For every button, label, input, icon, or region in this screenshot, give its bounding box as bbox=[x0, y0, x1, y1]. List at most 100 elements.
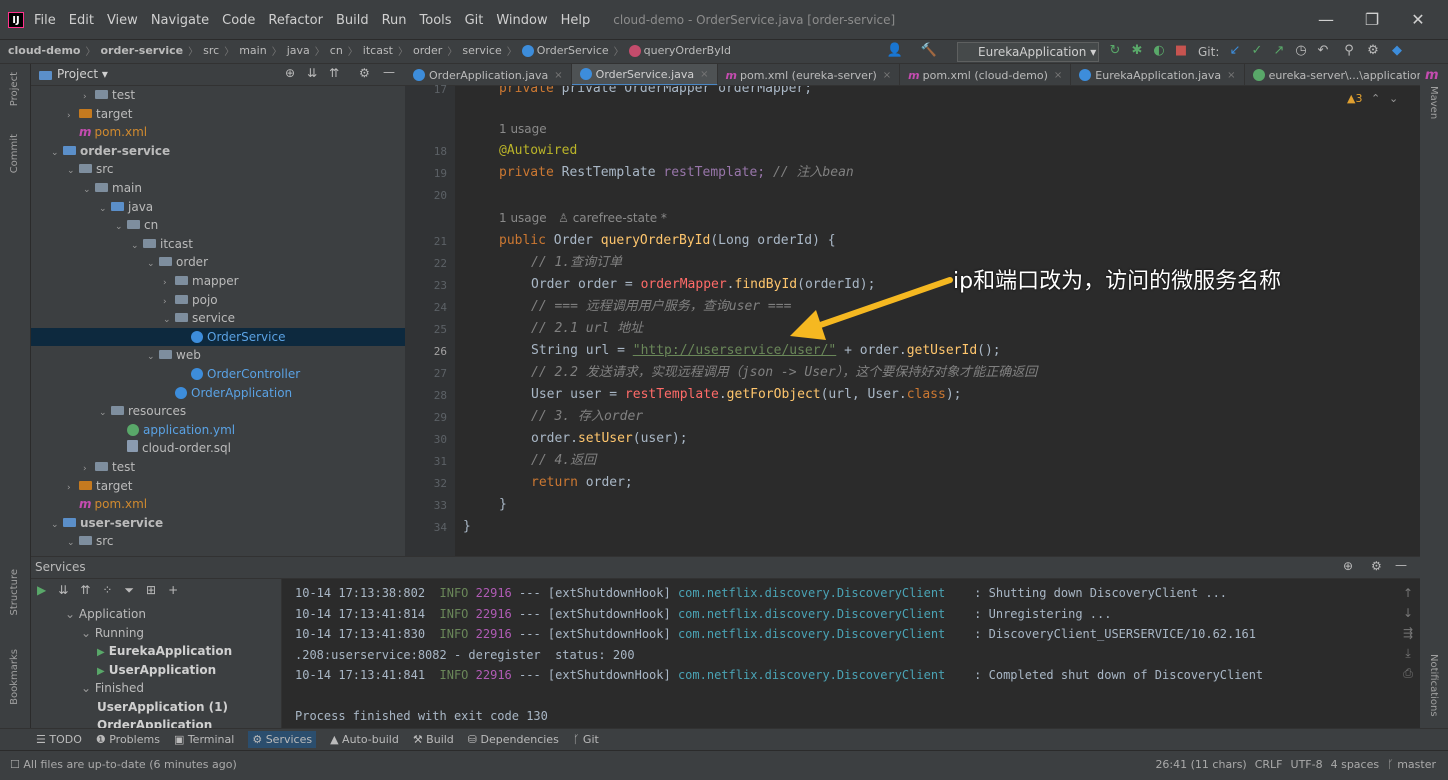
editor-tab[interactable]: m pom.xml (eureka-server) × bbox=[718, 64, 901, 85]
crumb-method[interactable]: queryOrderById bbox=[644, 44, 731, 57]
close-tab-icon[interactable]: × bbox=[554, 70, 562, 81]
close-tab-icon[interactable]: × bbox=[883, 70, 891, 81]
menu-git[interactable]: Git bbox=[465, 13, 484, 28]
crumb-itcast[interactable]: itcast bbox=[363, 44, 393, 57]
tree-item[interactable]: ⌄ order bbox=[31, 253, 405, 271]
services-add-icon[interactable]: + bbox=[168, 583, 178, 598]
service-item[interactable]: ▶ EurekaApplication bbox=[97, 642, 232, 661]
tree-item[interactable]: OrderController bbox=[31, 365, 405, 383]
chevron-down-icon[interactable]: ⌄ bbox=[65, 607, 79, 621]
menu-code[interactable]: Code bbox=[222, 13, 255, 28]
git-update-icon[interactable]: ↙ bbox=[1226, 43, 1244, 58]
warnings-indicator[interactable]: ▲3 bbox=[1347, 92, 1362, 105]
service-item[interactable]: UserApplication (1) bbox=[97, 698, 228, 717]
chevron-down-icon[interactable]: ⌄ bbox=[67, 162, 79, 180]
locate-icon[interactable]: ⊕ bbox=[285, 66, 295, 80]
stripe-maven[interactable]: Maven bbox=[1428, 86, 1439, 119]
tree-item[interactable]: application.yml bbox=[31, 421, 405, 439]
chevron-down-icon[interactable]: ⌄ bbox=[81, 681, 95, 695]
menu-navigate[interactable]: Navigate bbox=[151, 13, 209, 28]
menu-window[interactable]: Window bbox=[496, 13, 547, 28]
minimize-button[interactable]: — bbox=[1306, 9, 1346, 31]
chevron-down-icon[interactable]: ⌄ bbox=[99, 200, 111, 218]
tree-item[interactable]: ⌄ java bbox=[31, 198, 405, 216]
chevron-down-icon[interactable]: ⌄ bbox=[67, 534, 79, 552]
soft-wrap-icon[interactable]: ⇶ bbox=[1399, 623, 1417, 643]
stripe-bookmarks[interactable]: Bookmarks bbox=[9, 649, 20, 705]
tree-item[interactable]: OrderApplication bbox=[31, 384, 405, 402]
maven-icon[interactable]: m bbox=[1425, 68, 1439, 83]
service-item[interactable]: ⌄ Application bbox=[65, 605, 146, 624]
tree-item[interactable]: ⌄ itcast bbox=[31, 235, 405, 253]
close-tab-icon[interactable]: × bbox=[1227, 70, 1235, 81]
close-button[interactable]: ✕ bbox=[1398, 9, 1438, 31]
tool-terminal[interactable]: ▣ Terminal bbox=[174, 733, 234, 746]
tree-item[interactable]: › mapper bbox=[31, 272, 405, 290]
chevron-right-icon[interactable]: › bbox=[163, 293, 175, 311]
crumb-service[interactable]: service bbox=[462, 44, 501, 57]
chevron-right-icon[interactable]: › bbox=[67, 479, 79, 497]
crumb-project[interactable]: cloud-demo bbox=[8, 44, 80, 57]
history-icon[interactable]: ◷ bbox=[1292, 43, 1310, 58]
menu-edit[interactable]: Edit bbox=[69, 13, 94, 28]
close-tab-icon[interactable]: × bbox=[700, 69, 708, 80]
menu-help[interactable]: Help bbox=[561, 13, 591, 28]
tree-item[interactable]: ⌄ src bbox=[31, 532, 405, 550]
tool-problems[interactable]: ❶ Problems bbox=[96, 733, 160, 746]
tree-item[interactable]: › test bbox=[31, 86, 405, 104]
menu-tools[interactable]: Tools bbox=[420, 13, 452, 28]
git-branch[interactable]: ᚴ master bbox=[1387, 758, 1436, 771]
tree-item[interactable]: ⌄ cn bbox=[31, 216, 405, 234]
crumb-java[interactable]: java bbox=[287, 44, 310, 57]
services-expand-icon[interactable]: ⇊ bbox=[58, 583, 68, 598]
tree-item[interactable]: › target bbox=[31, 105, 405, 123]
tool-todo[interactable]: ☰ TODO bbox=[36, 733, 82, 746]
crumb-main[interactable]: main bbox=[239, 44, 266, 57]
file-encoding[interactable]: UTF-8 bbox=[1291, 758, 1323, 771]
caret-position[interactable]: 26:41 (11 chars) bbox=[1155, 758, 1246, 771]
line-separator[interactable]: CRLF bbox=[1255, 758, 1283, 771]
build-hammer-icon[interactable]: 🔨 bbox=[920, 43, 938, 58]
chevron-right-icon[interactable]: › bbox=[83, 460, 95, 478]
service-item[interactable]: ⌄ Running bbox=[81, 624, 144, 643]
stop-icon[interactable]: ■ bbox=[1172, 43, 1190, 58]
toolbox-icon[interactable]: ◆ bbox=[1388, 43, 1406, 58]
stripe-project[interactable]: Project bbox=[9, 72, 20, 106]
crumb-class[interactable]: OrderService bbox=[537, 44, 609, 57]
tree-item[interactable]: m pom.xml bbox=[31, 495, 405, 513]
tree-item[interactable]: › target bbox=[31, 477, 405, 495]
menu-run[interactable]: Run bbox=[382, 13, 407, 28]
tool-git[interactable]: ᚴ Git bbox=[573, 733, 599, 746]
chevron-down-icon[interactable]: ⌄ bbox=[51, 144, 63, 162]
stripe-structure[interactable]: Structure bbox=[9, 569, 20, 616]
services-hide-icon[interactable]: — bbox=[1395, 558, 1407, 572]
next-warning-icon[interactable]: ⌄ bbox=[1389, 92, 1398, 105]
service-item[interactable]: ▶ UserApplication bbox=[97, 661, 216, 680]
services-new-tab-icon[interactable]: ⊞ bbox=[146, 583, 156, 598]
chevron-down-icon[interactable]: ⌄ bbox=[147, 348, 159, 366]
crumb-src[interactable]: src bbox=[203, 44, 219, 57]
tree-item[interactable]: ⌄ main bbox=[31, 179, 405, 197]
editor-tab[interactable]: EurekaApplication.java × bbox=[1071, 64, 1245, 85]
close-tab-icon[interactable]: × bbox=[1054, 70, 1062, 81]
services-filter-icon[interactable]: ⏷ bbox=[124, 583, 134, 598]
rerun-icon[interactable]: ↻ bbox=[1106, 43, 1124, 58]
usage-hint[interactable]: 1 usage bbox=[499, 122, 547, 136]
crumb-module[interactable]: order-service bbox=[100, 44, 183, 57]
stripe-commit[interactable]: Commit bbox=[9, 134, 20, 173]
debug-icon[interactable]: ✱ bbox=[1128, 43, 1146, 58]
services-group-icon[interactable]: ⁘ bbox=[102, 583, 112, 598]
tree-item[interactable]: ⌄ resources bbox=[31, 402, 405, 420]
chevron-right-icon[interactable]: › bbox=[83, 88, 95, 106]
services-run-icon[interactable]: ▶ bbox=[37, 583, 46, 598]
collapse-all-icon[interactable]: ⇈ bbox=[329, 66, 339, 80]
git-push-icon[interactable]: ↗ bbox=[1270, 43, 1288, 58]
tree-item[interactable]: › pojo bbox=[31, 291, 405, 309]
coverage-icon[interactable]: ◐ bbox=[1150, 43, 1168, 58]
git-commit-icon[interactable]: ✓ bbox=[1248, 43, 1266, 58]
tree-item[interactable]: OrderService bbox=[31, 327, 405, 346]
crumb-order[interactable]: order bbox=[413, 44, 442, 57]
chevron-down-icon[interactable]: ⌄ bbox=[81, 626, 95, 640]
rollback-icon[interactable]: ↶ bbox=[1314, 43, 1332, 58]
services-gear-icon[interactable]: ⚙ bbox=[1371, 559, 1382, 573]
